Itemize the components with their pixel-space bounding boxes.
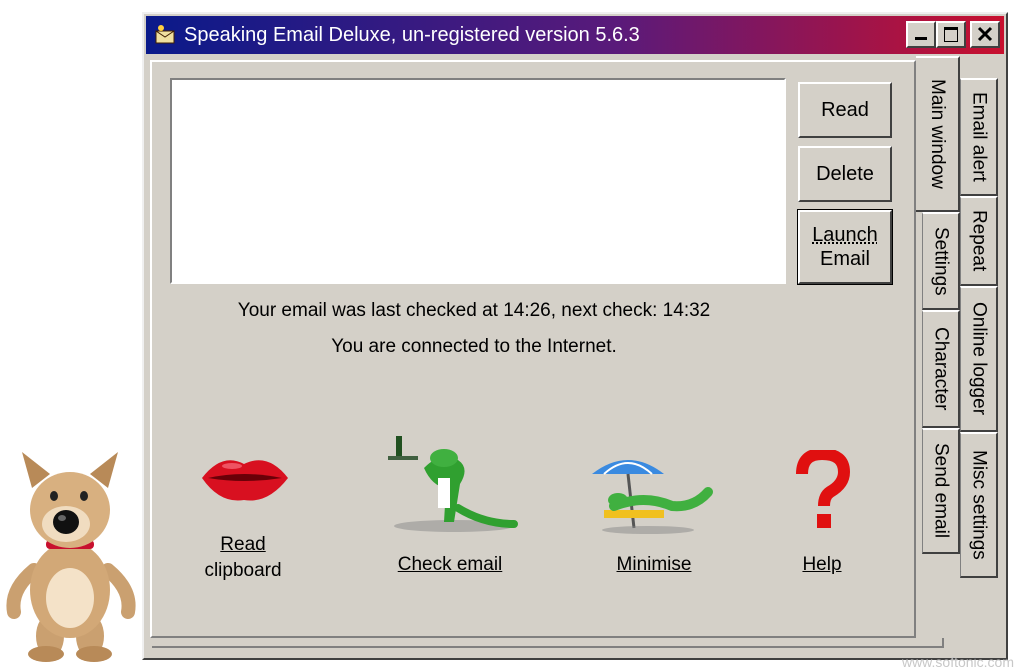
tab-repeat-label: Repeat bbox=[968, 210, 990, 272]
app-window: Speaking Email Deluxe, un-registered ver… bbox=[142, 12, 1008, 660]
email-list[interactable] bbox=[170, 78, 786, 284]
delete-button[interactable]: Delete bbox=[798, 146, 892, 202]
maximize-icon bbox=[944, 27, 958, 42]
read-clipboard-action[interactable]: Read clipboard bbox=[188, 532, 298, 584]
close-icon bbox=[977, 26, 993, 42]
tab-settings[interactable]: Settings bbox=[922, 212, 960, 310]
connection-status: You are connected to the Internet. bbox=[331, 336, 617, 357]
minimise-label: Minimise bbox=[616, 554, 692, 575]
minimize-icon bbox=[915, 37, 927, 40]
tab-repeat[interactable]: Repeat bbox=[960, 196, 998, 286]
window-title: Speaking Email Deluxe, un-registered ver… bbox=[184, 23, 640, 46]
launch-email-button[interactable]: Launch Email bbox=[797, 209, 893, 285]
last-checked-status: Your email was last checked at 14:26, ne… bbox=[237, 300, 711, 321]
read-button[interactable]: Read bbox=[798, 82, 892, 138]
tab-settings-label: Settings bbox=[930, 226, 952, 296]
tab-email-alert-label: Email alert bbox=[968, 92, 990, 182]
minimise-action[interactable]: Minimise bbox=[594, 552, 714, 578]
help-label: Help bbox=[802, 554, 842, 575]
check-email-label: Check email bbox=[397, 554, 503, 575]
read-clipboard-label-line1: Read bbox=[220, 534, 266, 555]
title-bar[interactable]: Speaking Email Deluxe, un-registered ver… bbox=[146, 16, 1004, 54]
delete-button-label: Delete bbox=[816, 163, 874, 185]
tab-misc-settings[interactable]: Misc settings bbox=[960, 432, 998, 578]
question-mark-icon[interactable] bbox=[792, 447, 852, 537]
dog-character bbox=[4, 440, 138, 662]
tab-misc-settings-label: Misc settings bbox=[968, 450, 990, 560]
close-button[interactable] bbox=[970, 21, 1000, 48]
check-email-action[interactable]: Check email bbox=[370, 552, 530, 578]
minimize-button[interactable] bbox=[906, 21, 936, 48]
tab-main-window-label: Main window bbox=[927, 79, 948, 189]
tab-send-email-label: Send email bbox=[930, 443, 952, 539]
tab-send-email[interactable]: Send email bbox=[922, 428, 960, 554]
panel-frame bbox=[152, 638, 944, 648]
help-action[interactable]: Help bbox=[782, 552, 862, 578]
lizard-waiter-icon[interactable] bbox=[384, 428, 518, 539]
read-button-label: Read bbox=[821, 99, 869, 121]
watermark: www.softonic.com bbox=[901, 654, 1014, 670]
beach-lizard-icon[interactable] bbox=[584, 448, 714, 539]
app-icon[interactable] bbox=[152, 22, 178, 48]
tab-email-alert[interactable]: Email alert bbox=[960, 78, 998, 196]
maximize-button[interactable] bbox=[936, 21, 966, 48]
read-clipboard-label-line2: clipboard bbox=[204, 560, 282, 581]
lips-icon[interactable] bbox=[198, 450, 292, 511]
tab-main-window[interactable]: Main window bbox=[916, 56, 960, 212]
launch-email-label-line2: Email bbox=[819, 248, 870, 270]
launch-email-label-line1: Launch bbox=[812, 224, 878, 246]
tab-online-logger-label: Online logger bbox=[968, 302, 990, 416]
tab-online-logger[interactable]: Online logger bbox=[960, 286, 998, 432]
tab-character-label: Character bbox=[930, 327, 952, 411]
tab-character[interactable]: Character bbox=[922, 310, 960, 428]
